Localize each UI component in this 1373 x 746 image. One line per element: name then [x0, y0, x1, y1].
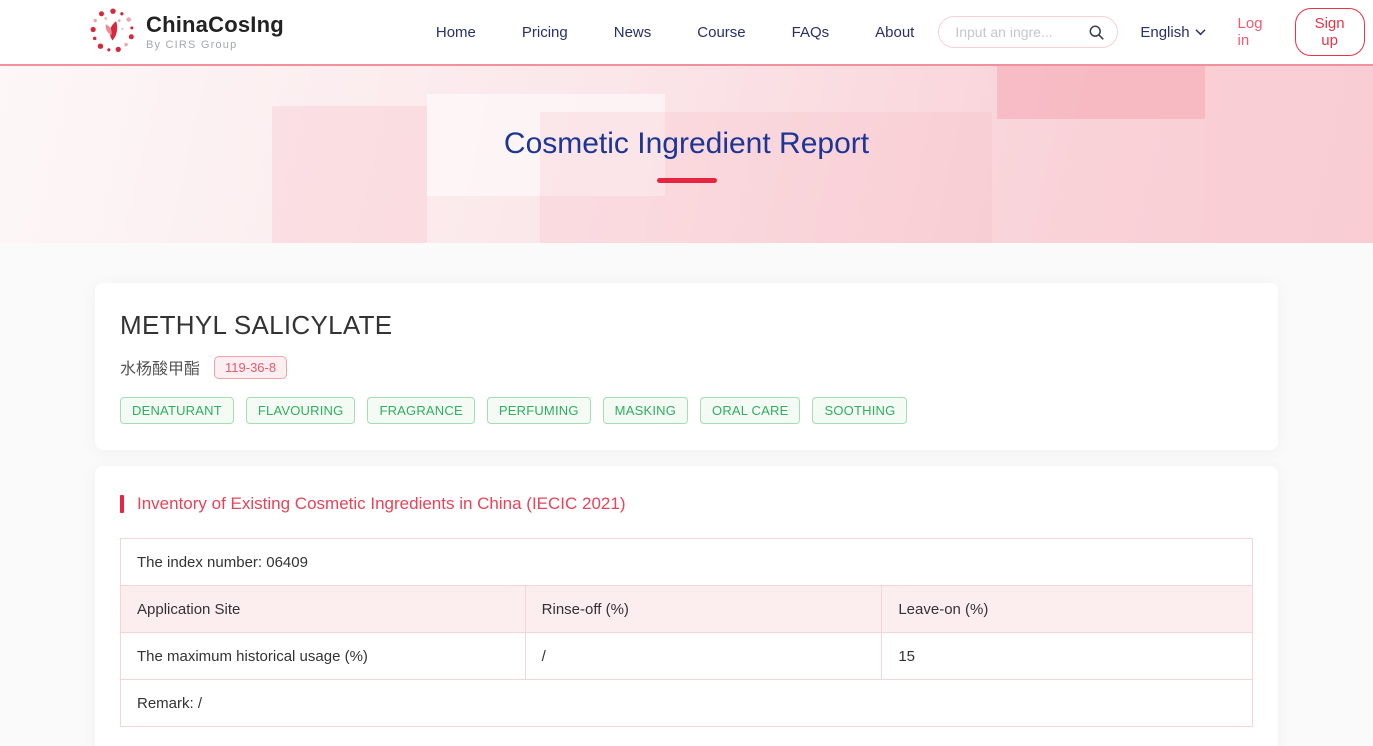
- max-usage-leave-on-value: 15: [882, 633, 1253, 680]
- function-tag[interactable]: DENATURANT: [120, 397, 234, 424]
- hero-banner: Cosmetic Ingredient Report: [0, 64, 1373, 243]
- nav-links: Home Pricing News Course FAQs About: [436, 24, 914, 41]
- search-icon[interactable]: [1088, 24, 1105, 41]
- signup-button[interactable]: Sign up: [1295, 8, 1365, 56]
- chevron-down-icon: [1195, 28, 1206, 36]
- remark-value: /: [198, 695, 202, 712]
- table-row-index-number: The index number: 06409: [121, 539, 1253, 586]
- function-tag[interactable]: PERFUMING: [487, 397, 591, 424]
- index-number-value: 06409: [266, 554, 308, 571]
- top-navigation: ChinaCosIng By CIRS Group Home Pricing N…: [0, 0, 1373, 64]
- section-title: Inventory of Existing Cosmetic Ingredien…: [137, 494, 626, 514]
- function-tags: DENATURANT FLAVOURING FRAGRANCE PERFUMIN…: [120, 397, 1253, 424]
- brand-tagline: By CIRS Group: [146, 39, 284, 51]
- function-tag[interactable]: FRAGRANCE: [367, 397, 474, 424]
- search-input[interactable]: [955, 24, 1088, 40]
- function-tag[interactable]: SOOTHING: [812, 397, 907, 424]
- ingredient-name: METHYL SALICYLATE: [120, 310, 1253, 341]
- ingredient-summary-card: METHYL SALICYLATE 水杨酸甲酯 119-36-8 DENATUR…: [95, 283, 1278, 450]
- brand-logo-icon: [90, 7, 136, 58]
- function-tag[interactable]: FLAVOURING: [246, 397, 356, 424]
- iecic-table: The index number: 06409 Application Site…: [120, 538, 1253, 727]
- iecic-section-card: Inventory of Existing Cosmetic Ingredien…: [95, 466, 1278, 746]
- max-usage-rinse-off-value: /: [525, 633, 882, 680]
- brand-name: ChinaCosIng: [146, 13, 284, 37]
- nav-item-about[interactable]: About: [875, 24, 914, 41]
- main-content: METHYL SALICYLATE 水杨酸甲酯 119-36-8 DENATUR…: [0, 243, 1373, 746]
- cas-number-badge[interactable]: 119-36-8: [214, 356, 287, 379]
- index-number-label: The index number:: [137, 554, 262, 571]
- column-header-application-site: Application Site: [121, 586, 526, 633]
- brand-logo[interactable]: ChinaCosIng By CIRS Group: [90, 7, 284, 58]
- hero-decoration: [997, 66, 1205, 119]
- language-selector[interactable]: English: [1140, 24, 1205, 41]
- column-header-rinse-off: Rinse-off (%): [525, 586, 882, 633]
- section-heading: Inventory of Existing Cosmetic Ingredien…: [120, 494, 1253, 514]
- section-accent-bar: [120, 495, 124, 513]
- language-label: English: [1140, 24, 1189, 41]
- nav-item-pricing[interactable]: Pricing: [522, 24, 568, 41]
- column-header-leave-on: Leave-on (%): [882, 586, 1253, 633]
- table-row-max-usage: The maximum historical usage (%) / 15: [121, 633, 1253, 680]
- nav-item-faqs[interactable]: FAQs: [792, 24, 830, 41]
- hero-decoration: [272, 106, 427, 243]
- nav-item-news[interactable]: News: [614, 24, 652, 41]
- function-tag[interactable]: ORAL CARE: [700, 397, 800, 424]
- login-link[interactable]: Log in: [1238, 15, 1263, 49]
- function-tag[interactable]: MASKING: [603, 397, 688, 424]
- ingredient-chinese-name: 水杨酸甲酯: [120, 355, 200, 379]
- ingredient-search-box[interactable]: [938, 16, 1118, 48]
- table-row-remark: Remark: /: [121, 680, 1253, 727]
- max-usage-label: The maximum historical usage (%): [121, 633, 526, 680]
- remark-label: Remark:: [137, 695, 194, 712]
- page-title: Cosmetic Ingredient Report: [504, 127, 869, 161]
- nav-item-home[interactable]: Home: [436, 24, 476, 41]
- title-underline: [657, 178, 717, 183]
- nav-item-course[interactable]: Course: [697, 24, 745, 41]
- hero-decoration: [1205, 66, 1373, 243]
- table-header-row: Application Site Rinse-off (%) Leave-on …: [121, 586, 1253, 633]
